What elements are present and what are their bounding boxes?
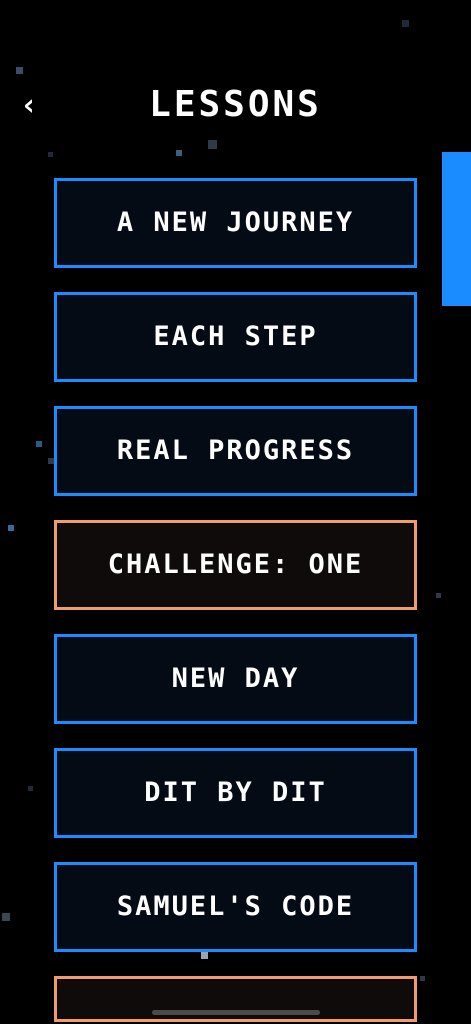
star <box>8 525 14 531</box>
lesson-button-samuels-code[interactable]: SAMUEL'S CODE <box>54 862 417 952</box>
star <box>436 593 441 598</box>
header: ‹ Lessons <box>0 70 471 140</box>
home-indicator[interactable] <box>152 1010 320 1015</box>
lesson-button-new-day[interactable]: NEW DAY <box>54 634 417 724</box>
star <box>28 786 33 791</box>
star <box>36 441 42 447</box>
star <box>48 152 53 157</box>
lesson-button-challenge-one[interactable]: CHALLENGE: ONE <box>54 520 417 610</box>
star <box>176 150 182 156</box>
lesson-button-a-new-journey[interactable]: A NEW JOURNEY <box>54 178 417 268</box>
star <box>420 976 425 981</box>
lesson-button-each-step[interactable]: EACH STEP <box>54 292 417 382</box>
star <box>402 20 409 27</box>
star <box>2 913 10 921</box>
scrollbar-thumb[interactable] <box>442 152 471 306</box>
lesson-button-real-progress[interactable]: REAL PROGRESS <box>54 406 417 496</box>
lesson-button-dit-by-dit[interactable]: DIT BY DIT <box>54 748 417 838</box>
star <box>201 952 208 959</box>
star <box>208 140 217 149</box>
page-title: Lessons <box>149 84 322 125</box>
lesson-button-partial[interactable] <box>54 976 417 1022</box>
